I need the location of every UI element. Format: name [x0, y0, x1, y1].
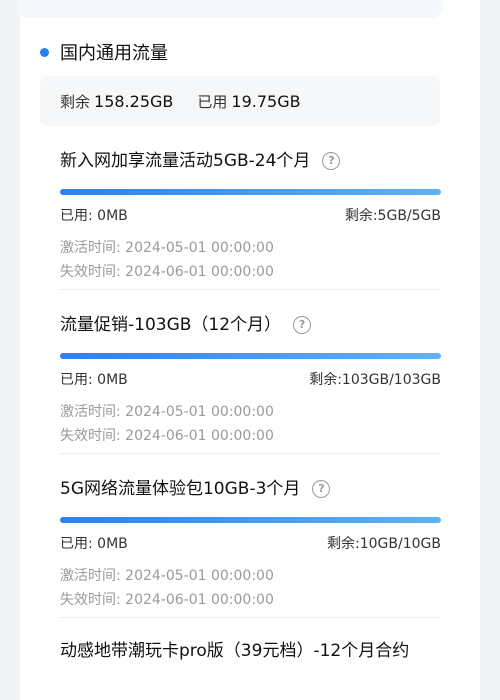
usage-progress-bar: [60, 517, 441, 523]
used-amount: 已用: 0MB: [60, 536, 128, 552]
expiry-time: 失效时间: 2024-06-01 00:00:00: [60, 592, 274, 608]
usage-progress-bar: [60, 353, 441, 359]
package-title: 5G网络流量体验包10GB-3个月: [60, 479, 301, 499]
activation-time: 激活时间: 2024-05-01 00:00:00: [60, 404, 274, 420]
package-title: 动感地带潮玩卡pro版（39元档）-12个月合约: [60, 641, 410, 661]
section-title: 国内通用流量: [60, 43, 168, 64]
remaining-amount: 剩余:103GB/103GB: [309, 372, 441, 388]
used-amount: 已用: 0MB: [60, 372, 128, 388]
package-item: 新入网加享流量活动5GB-24个月 ? 已用: 0MB 剩余:5GB/5GB 激…: [60, 147, 441, 284]
remaining-label: 剩余: [60, 92, 91, 111]
package-item: 流量促销-103GB（12个月） ? 已用: 0MB 剩余:103GB/103G…: [60, 311, 441, 448]
used-label: 已用: [197, 92, 228, 111]
remaining-amount: 剩余:5GB/5GB: [344, 208, 441, 224]
help-circle-icon[interactable]: ?: [322, 152, 341, 170]
package-title: 流量促销-103GB（12个月）: [60, 315, 282, 335]
remaining-amount: 剩余:10GB/10GB: [327, 536, 441, 552]
activation-time: 激活时间: 2024-05-01 00:00:00: [60, 240, 274, 256]
usage-progress-bar: [60, 189, 441, 195]
expiry-time: 失效时间: 2024-06-01 00:00:00: [60, 264, 274, 280]
divider: [60, 617, 441, 618]
top-panel: [18, 0, 442, 18]
help-circle-icon[interactable]: ?: [293, 316, 312, 334]
traffic-summary: 剩余 158.25GB 已用 19.75GB: [40, 76, 440, 126]
help-circle-icon[interactable]: ?: [312, 480, 331, 498]
remaining-value: 158.25GB: [94, 91, 174, 111]
section-header: 国内通用流量: [40, 39, 168, 65]
used-value: 19.75GB: [231, 91, 301, 111]
package-item: 动感地带潮玩卡pro版（39元档）-12个月合约: [60, 637, 441, 665]
expiry-time: 失效时间: 2024-06-01 00:00:00: [60, 428, 274, 444]
package-title: 新入网加享流量活动5GB-24个月: [60, 151, 311, 171]
activation-time: 激活时间: 2024-05-01 00:00:00: [60, 568, 274, 584]
divider: [60, 289, 441, 290]
bullet-dot-icon: [40, 47, 49, 57]
package-item: 5G网络流量体验包10GB-3个月 ? 已用: 0MB 剩余:10GB/10GB…: [60, 475, 441, 612]
used-amount: 已用: 0MB: [60, 208, 128, 224]
divider: [60, 453, 441, 454]
